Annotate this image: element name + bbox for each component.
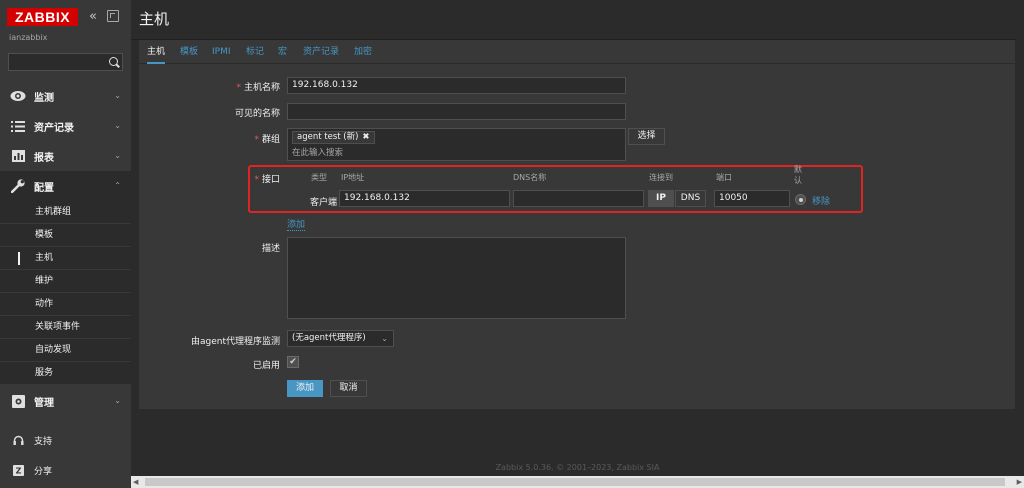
visible-name-label: 可见的名称 — [234, 109, 280, 119]
bar-chart-icon — [10, 149, 26, 163]
menu-label: 管理 — [34, 397, 54, 409]
proxy-select-value: (无agent代理程序) — [292, 333, 366, 343]
submenu-host-groups[interactable]: 主机群组 — [0, 201, 131, 224]
sidebar-search-input[interactable] — [8, 53, 123, 71]
tab-templates[interactable]: 模板 — [180, 40, 198, 64]
remove-chip-icon[interactable]: ✖ — [362, 132, 369, 142]
tab-host[interactable]: 主机 — [147, 40, 166, 64]
add-interface-link[interactable]: 添加 — [287, 217, 306, 231]
col-default: 默认 — [794, 165, 802, 185]
tab-tags[interactable]: 标记 — [246, 40, 264, 64]
interfaces-label: * 接口 — [254, 175, 280, 185]
groups-multiselect[interactable]: agent test (新) ✖ 在此输入搜索 — [287, 128, 626, 161]
submenu-actions[interactable]: 动作 — [0, 293, 131, 316]
cancel-button[interactable]: 取消 — [330, 380, 367, 397]
scroll-left-icon[interactable]: ◀ — [133, 478, 138, 486]
host-name-input[interactable]: 192.168.0.132 — [287, 77, 626, 94]
host-form-panel: 主机 模板 IPMI 标记 宏 资产记录 加密 * 主机名称 192.168.0.… — [139, 40, 1015, 409]
tab-ipmi[interactable]: IPMI — [212, 40, 231, 64]
horizontal-scrollbar[interactable]: ◀ ▶ — [131, 476, 1024, 488]
eye-icon — [10, 89, 26, 103]
tab-encryption[interactable]: 加密 — [354, 40, 372, 64]
proxy-select[interactable]: (无agent代理程序) ⌄ — [287, 330, 394, 347]
menu-label: 配置 — [34, 182, 54, 194]
menu-share[interactable]: Z 分享 — [0, 455, 131, 485]
col-port: 端口 — [716, 173, 732, 182]
zabbix-logo[interactable]: ZABBIX — [7, 8, 78, 26]
proxy-label: 由agent代理程序监测 — [191, 337, 280, 347]
chevron-down-icon: ⌄ — [114, 121, 121, 130]
collapse-sidebar-icon[interactable]: « — [89, 10, 103, 24]
menu-label: 监测 — [34, 92, 54, 104]
iface-ip-input[interactable]: 192.168.0.132 — [339, 190, 510, 207]
menu-support[interactable]: 支持 — [0, 425, 131, 455]
chevron-down-icon: ⌄ — [381, 334, 388, 343]
group-search-placeholder[interactable]: 在此输入搜索 — [292, 146, 343, 161]
group-chip-label: agent test (新) — [297, 132, 359, 142]
menu-label: 支持 — [34, 436, 53, 447]
menu-administration[interactable]: 管理 ⌄ — [0, 386, 131, 416]
menu-monitoring[interactable]: 监测 ⌄ — [0, 81, 131, 111]
description-label: 描述 — [261, 244, 280, 254]
headset-icon — [10, 433, 26, 447]
page-header: 主机 — [131, 0, 1024, 40]
chevron-up-icon: ⌃ — [114, 181, 121, 190]
share-icon: Z — [10, 463, 26, 477]
iface-port-input[interactable]: 10050 — [714, 190, 790, 207]
menu-configuration[interactable]: 配置 ⌃ — [0, 171, 131, 201]
remove-interface-link[interactable]: 移除 — [812, 194, 830, 207]
menu-reports[interactable]: 报表 ⌄ — [0, 141, 131, 171]
menu-inventory[interactable]: 资产记录 ⌄ — [0, 111, 131, 141]
chevron-down-icon: ⌄ — [114, 91, 121, 100]
footer-copyright: Zabbix 5.0.36. © 2001–2023, Zabbix SIA — [495, 463, 660, 472]
connect-ip-toggle[interactable]: IP — [648, 190, 674, 207]
col-connect-to: 连接到 — [649, 173, 673, 182]
sidebar: ZABBIX « ianzabbix 监测 ⌄ 资产记录 ⌄ 报表 ⌄ 配置 ⌃… — [0, 0, 131, 488]
search-icon[interactable] — [109, 57, 118, 66]
server-name: ianzabbix — [9, 33, 48, 42]
tab-macros[interactable]: 宏 — [278, 40, 287, 64]
enabled-checkbox[interactable]: ✔ — [287, 356, 299, 368]
tab-bar: 主机 模板 IPMI 标记 宏 资产记录 加密 — [139, 40, 1015, 64]
wrench-icon — [10, 179, 26, 193]
col-dns-name: DNS名称 — [513, 173, 547, 182]
gear-icon — [10, 394, 26, 408]
col-ip-address: IP地址 — [341, 173, 365, 182]
iface-type-agent: 客户端 — [309, 198, 337, 208]
submenu-discovery[interactable]: 自动发现 — [0, 339, 131, 362]
svg-text:Z: Z — [15, 466, 21, 475]
connect-dns-toggle[interactable]: DNS — [675, 190, 706, 207]
add-button[interactable]: 添加 — [287, 380, 323, 397]
kiosk-mode-icon[interactable] — [107, 10, 119, 22]
chevron-down-icon: ⌄ — [114, 151, 121, 160]
groups-label: * 群组 — [254, 135, 280, 145]
group-chip: agent test (新) ✖ — [292, 131, 375, 144]
select-groups-button[interactable]: 选择 — [628, 128, 665, 145]
host-name-label: * 主机名称 — [236, 83, 280, 93]
submenu-templates[interactable]: 模板 — [0, 224, 131, 247]
list-icon — [10, 119, 26, 133]
submenu-services[interactable]: 服务 — [0, 362, 131, 385]
enabled-label: 已启用 — [252, 361, 280, 371]
page-title: 主机 — [139, 10, 170, 28]
submenu-maintenance[interactable]: 维护 — [0, 270, 131, 293]
col-type: 类型 — [311, 173, 327, 182]
description-textarea[interactable] — [287, 237, 626, 319]
iface-dns-input[interactable] — [513, 190, 644, 207]
tab-inventory[interactable]: 资产记录 — [303, 40, 339, 64]
scrollbar-thumb[interactable] — [145, 478, 1005, 486]
menu-label: 分享 — [34, 466, 53, 477]
menu-label: 报表 — [34, 152, 54, 164]
submenu-event-correlation[interactable]: 关联项事件 — [0, 316, 131, 339]
vertical-scrollbar[interactable] — [1016, 0, 1024, 476]
default-interface-radio[interactable] — [795, 194, 806, 205]
chevron-down-icon: ⌄ — [114, 396, 121, 405]
scroll-right-icon[interactable]: ▶ — [1017, 478, 1022, 486]
visible-name-input[interactable] — [287, 103, 626, 120]
menu-label: 资产记录 — [34, 122, 74, 134]
submenu-hosts[interactable]: 主机 — [0, 247, 131, 270]
configuration-submenu: 主机群组 模板 主机 维护 动作 关联项事件 自动发现 服务 — [0, 201, 131, 385]
